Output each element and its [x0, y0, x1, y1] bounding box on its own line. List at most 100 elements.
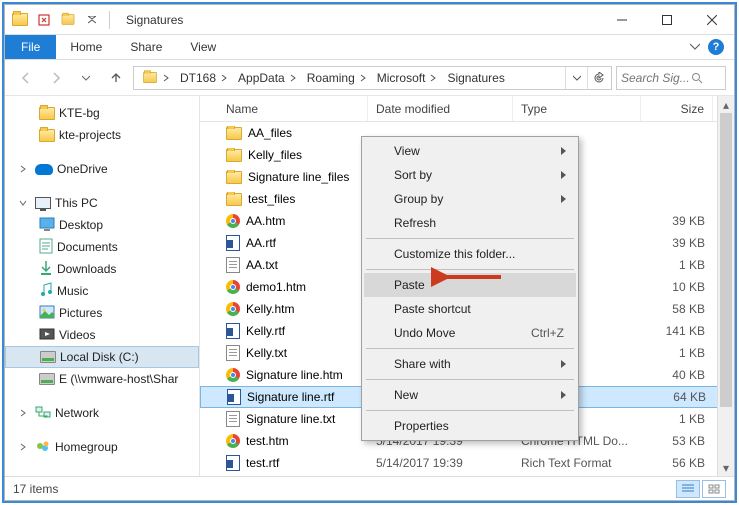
- folder-icon: [226, 149, 242, 162]
- search-input[interactable]: [616, 66, 726, 90]
- folder-icon: [226, 127, 242, 140]
- scroll-up-icon[interactable]: ▴: [718, 96, 734, 113]
- column-header-name[interactable]: Name: [218, 96, 368, 121]
- chrome-icon: [226, 368, 240, 382]
- up-button[interactable]: [103, 65, 129, 91]
- chrome-icon: [226, 280, 240, 294]
- minimize-button[interactable]: [599, 5, 644, 34]
- context-menu-item[interactable]: Group by: [364, 187, 576, 211]
- breadcrumb-item[interactable]: Microsoft: [371, 67, 442, 89]
- breadcrumb-item[interactable]: AppData: [232, 67, 301, 89]
- drive-icon: [39, 260, 53, 279]
- sidebar-homegroup[interactable]: Homegroup: [5, 436, 199, 458]
- chrome-icon: [226, 434, 240, 448]
- sidebar-item[interactable]: Music: [5, 280, 199, 302]
- drive-icon: [39, 282, 53, 301]
- ribbon-expand-icon[interactable]: [690, 40, 700, 54]
- context-menu-item[interactable]: Share with: [364, 352, 576, 376]
- homegroup-icon: [35, 440, 51, 454]
- icons-view-button[interactable]: [702, 480, 726, 498]
- disk-icon: [39, 373, 55, 385]
- details-view-button[interactable]: [676, 480, 700, 498]
- scrollbar[interactable]: ▴ ▾: [717, 96, 734, 476]
- maximize-button[interactable]: [644, 5, 689, 34]
- qat-customize-icon[interactable]: [81, 9, 103, 31]
- context-menu-item[interactable]: Customize this folder...: [364, 242, 576, 266]
- recent-dropdown-icon[interactable]: [73, 65, 99, 91]
- close-button[interactable]: [689, 5, 734, 34]
- rtf-icon: [226, 323, 240, 339]
- scroll-down-icon[interactable]: ▾: [718, 459, 734, 476]
- context-menu-item[interactable]: Paste shortcut: [364, 297, 576, 321]
- folder-icon: [226, 171, 242, 184]
- crumb-root-icon[interactable]: [136, 67, 174, 89]
- explorer-window: Signatures File Home Share View ? DT168 …: [4, 4, 735, 501]
- sidebar-item[interactable]: Downloads: [5, 258, 199, 280]
- context-menu-item[interactable]: Sort by: [364, 163, 576, 187]
- disk-icon: [40, 351, 56, 363]
- drive-icon: [39, 327, 55, 344]
- sidebar-item[interactable]: Desktop: [5, 214, 199, 236]
- breadcrumb-item[interactable]: Signatures: [441, 67, 508, 89]
- forward-button[interactable]: [43, 65, 69, 91]
- sidebar-thispc[interactable]: This PC: [5, 192, 199, 214]
- navbar: DT168 AppData Roaming Microsoft Signatur…: [5, 60, 734, 96]
- properties-qat-icon[interactable]: [33, 9, 55, 31]
- txt-icon: [226, 345, 240, 361]
- sidebar-network[interactable]: Network: [5, 402, 199, 424]
- refresh-icon[interactable]: [587, 67, 609, 89]
- folder-icon: [226, 193, 242, 206]
- tab-view[interactable]: View: [176, 35, 230, 59]
- onedrive-icon: [35, 164, 53, 175]
- search-icon: [691, 72, 703, 84]
- chrome-icon: [226, 214, 240, 228]
- ribbon: File Home Share View ?: [5, 35, 734, 60]
- sidebar-item[interactable]: kte-projects: [5, 124, 199, 146]
- rtf-icon: [226, 235, 240, 251]
- pc-icon: [35, 197, 51, 209]
- tab-share[interactable]: Share: [116, 35, 176, 59]
- context-menu-item[interactable]: Paste: [364, 273, 576, 297]
- status-bar: 17 items: [5, 476, 734, 500]
- sidebar: KTE-bg kte-projects OneDrive This PC Des…: [5, 96, 200, 476]
- txt-icon: [226, 411, 240, 427]
- drive-icon: [39, 217, 55, 234]
- table-row[interactable]: test.rtf5/14/2017 19:39Rich Text Format5…: [200, 452, 734, 474]
- sidebar-item[interactable]: KTE-bg: [5, 102, 199, 124]
- sidebar-item[interactable]: Videos: [5, 324, 199, 346]
- window-title: Signatures: [126, 13, 183, 27]
- context-menu-item[interactable]: View: [364, 139, 576, 163]
- titlebar: Signatures: [5, 5, 734, 35]
- address-bar[interactable]: DT168 AppData Roaming Microsoft Signatur…: [133, 66, 612, 90]
- tab-home[interactable]: Home: [56, 35, 116, 59]
- context-menu-item[interactable]: New: [364, 383, 576, 407]
- drive-icon: [39, 305, 55, 322]
- sidebar-onedrive[interactable]: OneDrive: [5, 158, 199, 180]
- sidebar-item[interactable]: E (\\vmware-host\Shar: [5, 368, 199, 390]
- column-header-type[interactable]: Type: [513, 96, 641, 121]
- new-folder-qat-icon[interactable]: [57, 9, 79, 31]
- drive-icon: [39, 238, 53, 257]
- column-header-size[interactable]: Size: [641, 96, 713, 121]
- rtf-icon: [227, 389, 241, 405]
- file-tab[interactable]: File: [5, 35, 56, 59]
- rtf-icon: [226, 455, 240, 471]
- help-icon[interactable]: ?: [708, 39, 724, 55]
- context-menu-item[interactable]: Properties: [364, 414, 576, 438]
- context-menu-item[interactable]: Refresh: [364, 211, 576, 235]
- context-menu: ViewSort byGroup byRefresh Customize this…: [361, 136, 579, 441]
- chrome-icon: [226, 302, 240, 316]
- back-button[interactable]: [13, 65, 39, 91]
- sidebar-item[interactable]: Pictures: [5, 302, 199, 324]
- column-header-date[interactable]: Date modified: [368, 96, 513, 121]
- sidebar-item[interactable]: Documents: [5, 236, 199, 258]
- breadcrumb-item[interactable]: DT168: [174, 67, 232, 89]
- status-text: 17 items: [13, 482, 58, 496]
- txt-icon: [226, 257, 240, 273]
- sidebar-item[interactable]: Local Disk (C:): [5, 346, 199, 368]
- folder-icon: [9, 9, 31, 31]
- breadcrumb-item[interactable]: Roaming: [301, 67, 371, 89]
- context-menu-item[interactable]: Undo MoveCtrl+Z: [364, 321, 576, 345]
- network-icon: [35, 406, 51, 420]
- address-history-icon[interactable]: [565, 67, 587, 89]
